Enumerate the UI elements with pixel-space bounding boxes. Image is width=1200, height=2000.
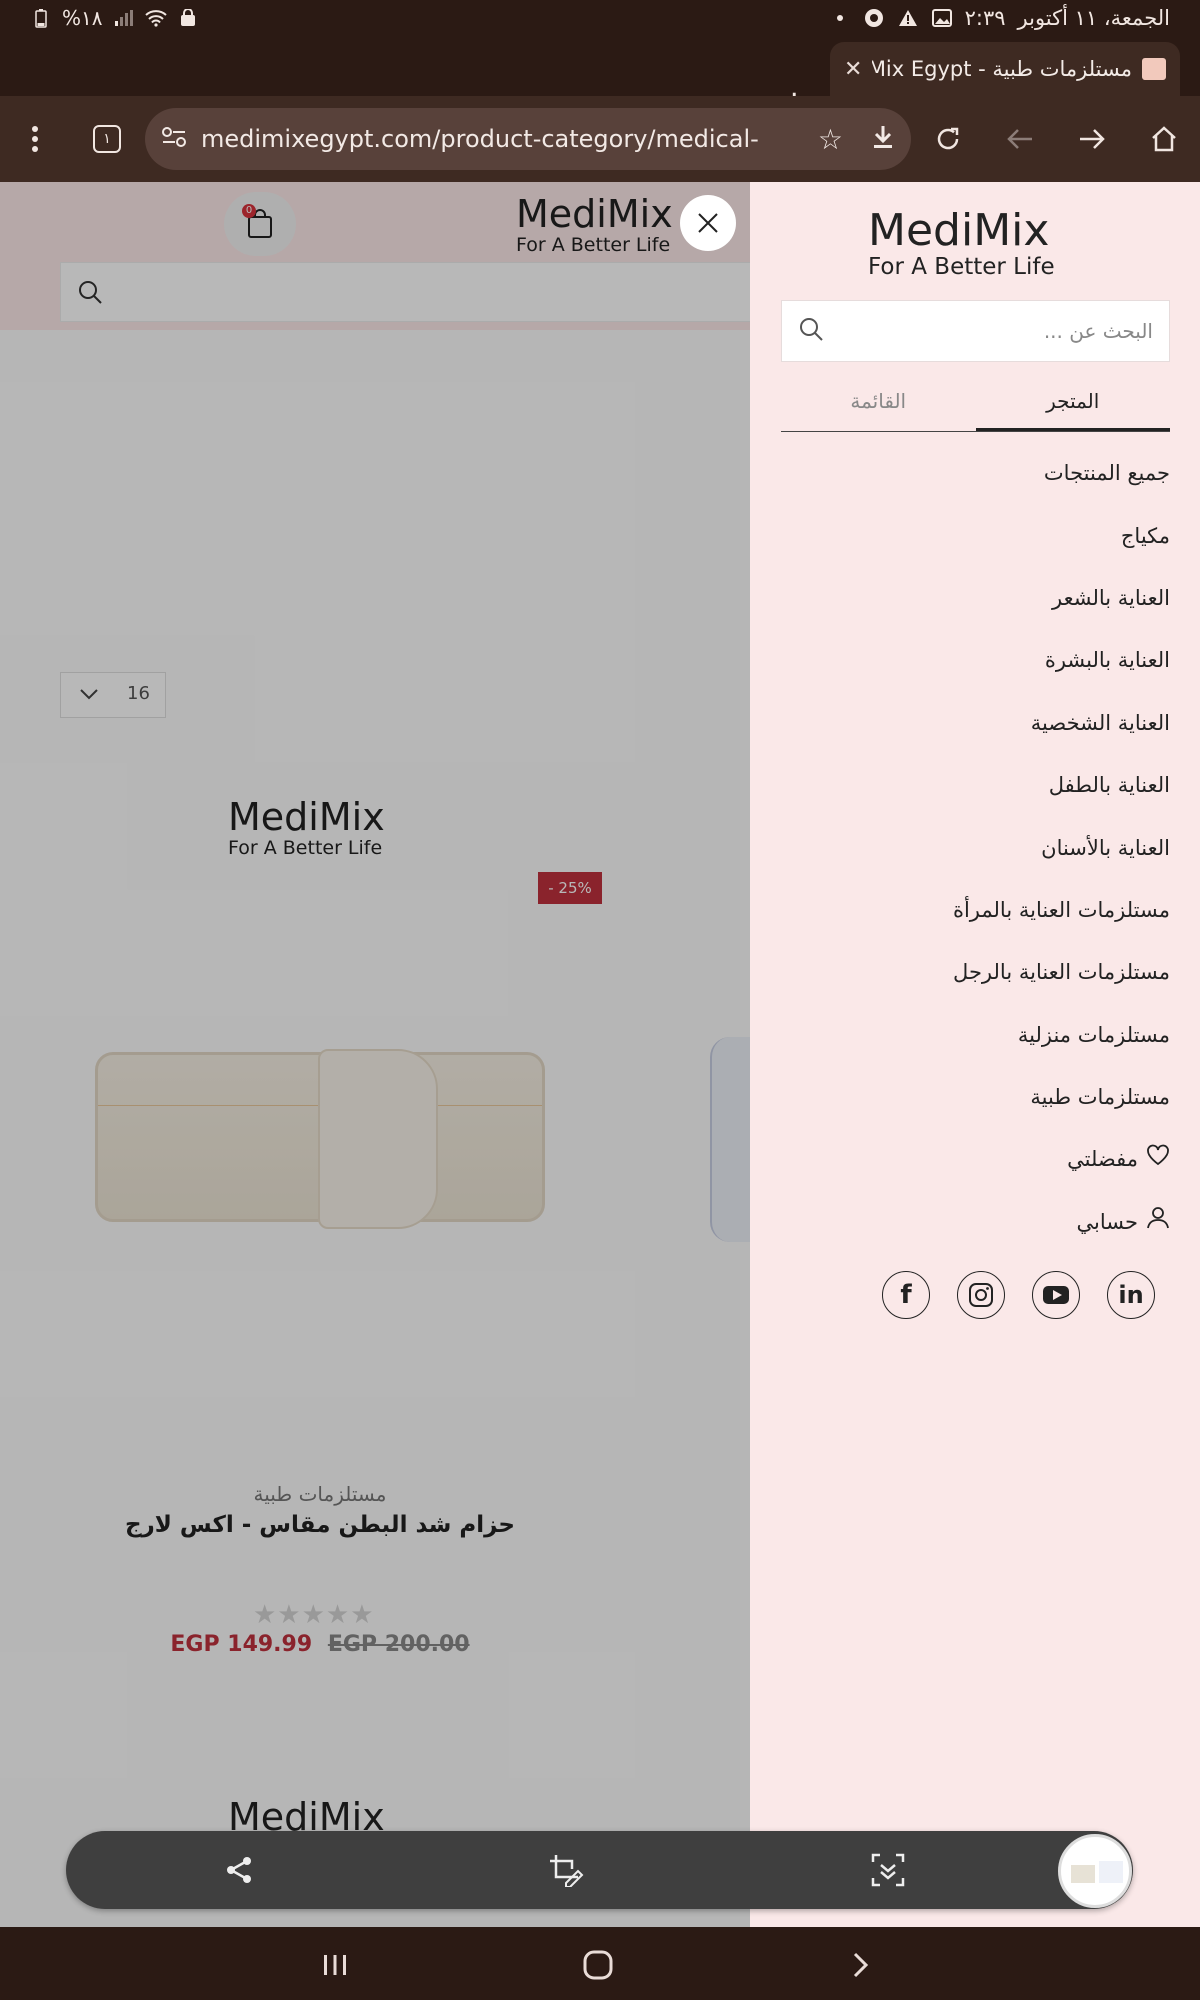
menu-item-baby-care[interactable]: العناية بالطفل: [770, 754, 1170, 816]
tab-shop[interactable]: المتجر: [975, 372, 1170, 431]
menu-item-personal-care[interactable]: العناية الشخصية: [770, 692, 1170, 754]
menu-item-dental-care[interactable]: العناية بالأسنان: [770, 816, 1170, 878]
drawer-search: [781, 300, 1170, 362]
wifi-icon: [144, 7, 167, 29]
close-icon: [698, 213, 718, 233]
youtube-icon[interactable]: [1032, 1271, 1080, 1319]
instagram-icon[interactable]: [957, 1271, 1005, 1319]
site-settings-icon[interactable]: [161, 126, 187, 152]
linkedin-icon[interactable]: in: [1107, 1271, 1155, 1319]
close-drawer-button[interactable]: [680, 195, 736, 251]
crop-edit-icon: [550, 1855, 584, 1887]
dot-icon: [829, 7, 851, 29]
share-icon: [227, 1857, 251, 1883]
dim-overlay[interactable]: [0, 182, 750, 1927]
menu-item-hair-care[interactable]: العناية بالشعر: [770, 567, 1170, 629]
back-nav-button[interactable]: [841, 1945, 881, 1985]
status-left: %١٨: [30, 6, 199, 30]
menu-item-all-products[interactable]: جميع المنتجات: [770, 442, 1170, 504]
wishlist-label: مفضلتي: [1067, 1147, 1138, 1172]
drawer-logo-brand: MediMix: [868, 205, 1050, 256]
recents-icon: [324, 1955, 346, 1975]
vpn-icon: [177, 7, 199, 29]
recent-apps-button[interactable]: [315, 1945, 355, 1985]
arrow-right-icon: [1080, 129, 1105, 149]
signal-icon: [113, 7, 135, 29]
favicon-icon: [1142, 58, 1166, 80]
status-date: الجمعة، ١١ أكتوبر: [1017, 6, 1170, 30]
browser-toolbar: ١ medimixegypt.com/product-category/medi…: [0, 96, 1200, 182]
home-nav-button[interactable]: [578, 1945, 618, 1985]
status-time: ٢:٣٩: [964, 6, 1006, 30]
tab-strip: مستلزمات طبية - MediMix Egypt ✕ +: [0, 38, 1200, 120]
search-icon[interactable]: [798, 316, 824, 346]
system-nav-bar: [0, 1927, 1200, 2000]
tab-title: مستلزمات طبية - MediMix Egypt: [872, 57, 1132, 81]
forward-button[interactable]: [1069, 116, 1115, 162]
screenshot-toolbar: [66, 1831, 1133, 1909]
drawer-logo[interactable]: MediMix For A Better Life: [868, 205, 1055, 281]
menu-item-medical[interactable]: مستلزمات طبية: [770, 1066, 1170, 1128]
facebook-icon[interactable]: f: [882, 1271, 930, 1319]
reload-icon: [937, 127, 959, 150]
side-drawer: MediMix For A Better Life المتجر القائمة…: [750, 182, 1200, 1927]
download-icon[interactable]: [871, 124, 895, 154]
address-bar[interactable]: medimixegypt.com/product-category/medica…: [145, 108, 911, 170]
scroll-capture-icon: [871, 1853, 905, 1887]
menu-item-household[interactable]: مستلزمات منزلية: [770, 1004, 1170, 1066]
gallery-icon: [931, 7, 953, 29]
edit-crop-button[interactable]: [544, 1848, 588, 1892]
menu-item-men-care[interactable]: مستلزمات العناية بالرجل: [770, 941, 1170, 1003]
user-icon: [1146, 1197, 1170, 1247]
home-icon: [1152, 126, 1176, 152]
menu-item-skin-care[interactable]: العناية بالبشرة: [770, 629, 1170, 691]
category-menu: جميع المنتجات مكياج العناية بالشعر العنا…: [770, 442, 1170, 1253]
drawer-search-input[interactable]: [834, 319, 1153, 343]
battery-level: %١٨: [62, 6, 103, 30]
tab-menu[interactable]: القائمة: [781, 372, 976, 431]
menu-item-makeup[interactable]: مكياج: [770, 504, 1170, 566]
close-tab-icon[interactable]: ✕: [844, 57, 862, 82]
url-text[interactable]: medimixegypt.com/product-category/medica…: [201, 125, 804, 153]
more-vert-icon: [32, 126, 38, 152]
tab-switcher-button[interactable]: ١: [84, 116, 130, 162]
drawer-logo-tagline: For A Better Life: [868, 254, 1055, 280]
chevron-right-icon: [853, 1952, 869, 1978]
status-right: الجمعة، ١١ أكتوبر ٢:٣٩: [829, 6, 1170, 30]
arrow-left-icon: [1007, 129, 1032, 149]
status-bar: الجمعة، ١١ أكتوبر ٢:٣٩ %١٨: [0, 0, 1200, 38]
scroll-capture-button[interactable]: [866, 1848, 910, 1892]
warning-icon: [897, 7, 919, 29]
bookmark-star-icon[interactable]: ☆: [818, 123, 843, 156]
menu-item-women-care[interactable]: مستلزمات العناية بالمرأة: [770, 879, 1170, 941]
screenshot-thumbnail[interactable]: [1058, 1834, 1132, 1908]
chrome-icon: [863, 7, 885, 29]
social-links: f in: [882, 1271, 1155, 1319]
account-label: حسابي: [1076, 1209, 1138, 1234]
menu-item-wishlist[interactable]: مفضلتي: [770, 1128, 1170, 1190]
share-button[interactable]: [217, 1848, 261, 1892]
menu-item-account[interactable]: حسابي: [770, 1191, 1170, 1253]
tab-count: ١: [93, 125, 121, 153]
battery-icon: [30, 7, 52, 29]
drawer-tabs: المتجر القائمة: [781, 372, 1170, 432]
home-button[interactable]: [1141, 116, 1187, 162]
reload-button[interactable]: [925, 116, 971, 162]
browser-tab[interactable]: مستلزمات طبية - MediMix Egypt ✕: [830, 42, 1180, 96]
menu-button[interactable]: [12, 116, 58, 162]
home-circle-icon: [583, 1950, 613, 1980]
heart-icon: [1146, 1134, 1170, 1184]
back-button[interactable]: [997, 116, 1043, 162]
